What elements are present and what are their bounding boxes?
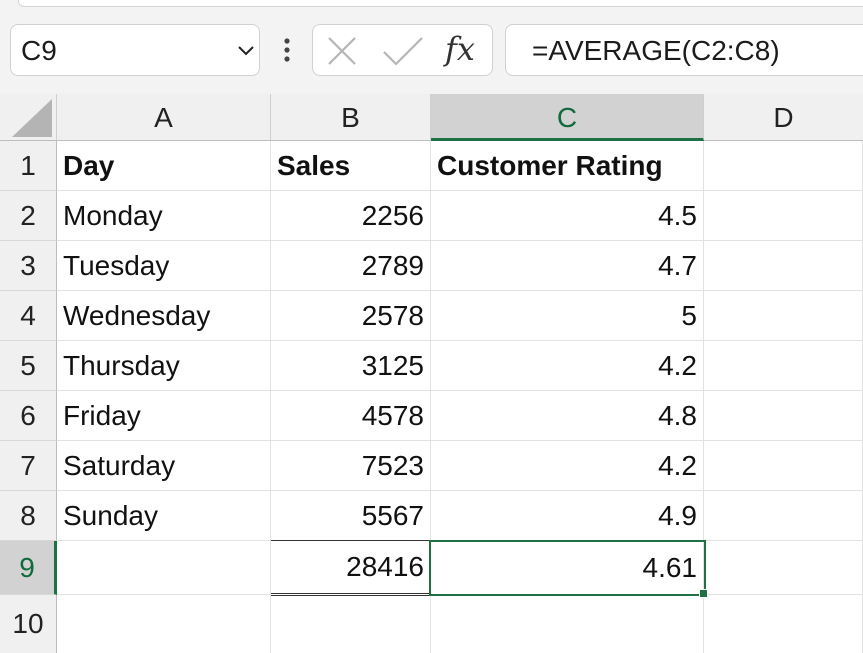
- ribbon-edge: [18, 0, 863, 7]
- cell-d3[interactable]: [704, 241, 863, 291]
- cell-d9[interactable]: [704, 541, 863, 595]
- cell-b4[interactable]: 2578: [271, 291, 431, 341]
- cell-c9[interactable]: 4.61: [431, 541, 704, 595]
- cell-c4[interactable]: 5: [431, 291, 704, 341]
- cell-c10[interactable]: [431, 595, 704, 653]
- checkmark-icon[interactable]: [381, 35, 425, 67]
- cell-c1[interactable]: Customer Rating: [431, 141, 704, 191]
- row-header-7[interactable]: 7: [0, 441, 57, 491]
- row-header-8[interactable]: 8: [0, 491, 57, 541]
- cell-a7[interactable]: Saturday: [57, 441, 271, 491]
- cancel-icon[interactable]: [326, 35, 358, 67]
- formula-text: =AVERAGE(C2:C8): [532, 35, 780, 66]
- name-box-value: C9: [21, 35, 57, 66]
- cell-d5[interactable]: [704, 341, 863, 391]
- cell-d2[interactable]: [704, 191, 863, 241]
- cell-b10[interactable]: [271, 596, 431, 653]
- cell-c3[interactable]: 4.7: [431, 241, 704, 291]
- cell-d7[interactable]: [704, 441, 863, 491]
- cell-a2[interactable]: Monday: [57, 191, 271, 241]
- name-box[interactable]: C9: [10, 24, 260, 76]
- cell-d1[interactable]: [704, 141, 863, 191]
- cell-c7[interactable]: 4.2: [431, 441, 704, 491]
- cell-a4[interactable]: Wednesday: [57, 291, 271, 341]
- cell-d10[interactable]: [704, 595, 863, 653]
- fill-handle[interactable]: [699, 589, 708, 598]
- cell-b3[interactable]: 2789: [271, 241, 431, 291]
- cell-a8[interactable]: Sunday: [57, 491, 271, 541]
- row-header-9[interactable]: 9: [0, 541, 57, 595]
- row-header-2[interactable]: 2: [0, 191, 57, 241]
- cell-c5[interactable]: 4.2: [431, 341, 704, 391]
- column-header-b[interactable]: B: [271, 94, 431, 141]
- cell-b2[interactable]: 2256: [271, 191, 431, 241]
- insert-function-icon[interactable]: fx: [445, 29, 475, 69]
- chevron-down-icon[interactable]: [235, 40, 257, 62]
- cell-a3[interactable]: Tuesday: [57, 241, 271, 291]
- cell-c6[interactable]: 4.8: [431, 391, 704, 441]
- cell-b5[interactable]: 3125: [271, 341, 431, 391]
- row-header-3[interactable]: 3: [0, 241, 57, 291]
- more-options-icon[interactable]: [280, 36, 294, 66]
- select-all-button[interactable]: [0, 94, 57, 141]
- formula-bar-area: C9 fx =AVERAGE(C2:C8): [0, 0, 863, 94]
- column-header-a[interactable]: A: [57, 94, 271, 141]
- row-header-5[interactable]: 5: [0, 341, 57, 391]
- cell-c2[interactable]: 4.5: [431, 191, 704, 241]
- select-all-triangle-icon: [12, 99, 52, 137]
- formula-controls: fx: [312, 24, 493, 76]
- row-header-10[interactable]: 10: [0, 595, 57, 653]
- formula-input[interactable]: =AVERAGE(C2:C8): [505, 24, 863, 76]
- row-header-6[interactable]: 6: [0, 391, 57, 441]
- cell-a9[interactable]: [57, 541, 271, 595]
- cell-b9[interactable]: 28416: [271, 540, 431, 596]
- cell-b6[interactable]: 4578: [271, 391, 431, 441]
- cell-d4[interactable]: [704, 291, 863, 341]
- row-header-1[interactable]: 1: [0, 141, 57, 191]
- cell-d6[interactable]: [704, 391, 863, 441]
- cell-b1[interactable]: Sales: [271, 141, 431, 191]
- cell-b8[interactable]: 5567: [271, 491, 431, 541]
- column-header-c[interactable]: C: [431, 94, 704, 141]
- cell-a6[interactable]: Friday: [57, 391, 271, 441]
- cell-a1[interactable]: Day: [57, 141, 271, 191]
- cell-c8[interactable]: 4.9: [431, 491, 704, 541]
- column-header-d[interactable]: D: [704, 94, 863, 141]
- cell-b7[interactable]: 7523: [271, 441, 431, 491]
- row-header-4[interactable]: 4: [0, 291, 57, 341]
- cell-d8[interactable]: [704, 491, 863, 541]
- cell-a10[interactable]: [57, 595, 271, 653]
- cell-a5[interactable]: Thursday: [57, 341, 271, 391]
